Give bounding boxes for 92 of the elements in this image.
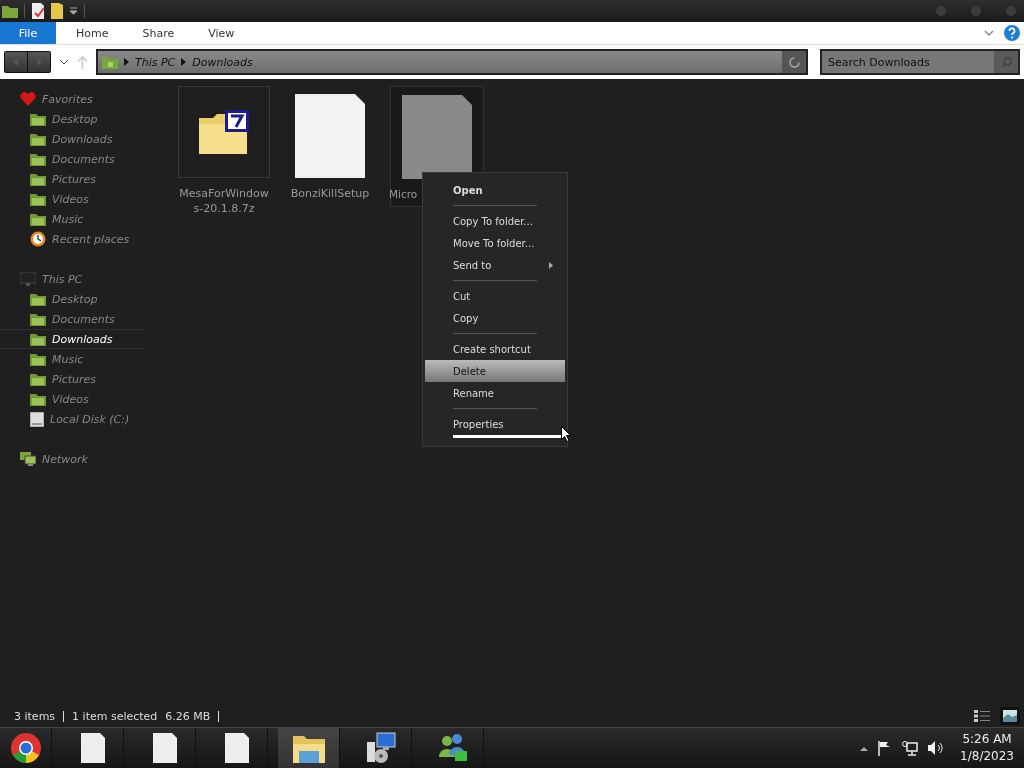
network-icon[interactable] bbox=[902, 740, 919, 756]
monitor-icon bbox=[20, 272, 36, 286]
folder-icon[interactable] bbox=[2, 4, 18, 18]
folder-icon bbox=[30, 392, 46, 406]
ribbon-tab[interactable]: View bbox=[194, 22, 249, 44]
folder-icon bbox=[30, 132, 46, 146]
search-box[interactable]: Search Downloads bbox=[820, 49, 1020, 75]
submenu-arrow-icon bbox=[549, 261, 553, 269]
sidebar-item[interactable]: Downloads bbox=[0, 329, 144, 349]
folder-icon bbox=[30, 332, 46, 346]
dropdown-icon[interactable] bbox=[69, 7, 78, 15]
file-name: Micro bbox=[389, 187, 418, 202]
selection-info: 1 item selected bbox=[72, 709, 158, 723]
folder-icon bbox=[30, 192, 46, 206]
recent-locations-icon[interactable] bbox=[59, 59, 69, 65]
sidebar-header[interactable]: This PC bbox=[0, 269, 160, 289]
sidebar-item[interactable]: Music bbox=[0, 349, 160, 369]
folder-icon bbox=[30, 112, 46, 126]
clock[interactable]: 5:26 AM 1/8/2023 bbox=[960, 731, 1014, 765]
document-icon bbox=[152, 733, 177, 763]
people-icon bbox=[436, 733, 469, 763]
folder-icon bbox=[102, 55, 118, 69]
menu-item[interactable]: Move To folder... bbox=[425, 232, 565, 254]
taskbar-button[interactable] bbox=[278, 728, 340, 768]
drive-icon bbox=[30, 411, 44, 427]
menu-item[interactable]: Create shortcut bbox=[425, 338, 565, 360]
clock-date: 1/8/2023 bbox=[960, 748, 1014, 765]
folder-icon bbox=[292, 733, 325, 763]
clock-icon bbox=[30, 231, 46, 247]
menu-item[interactable]: Copy To folder... bbox=[425, 210, 565, 232]
sidebar-item[interactable]: Music bbox=[0, 209, 160, 229]
sidebar-item[interactable]: Pictures bbox=[0, 169, 160, 189]
document-icon bbox=[295, 94, 365, 178]
chevron-icon[interactable] bbox=[984, 29, 994, 37]
breadcrumb-arrow-icon bbox=[124, 58, 129, 66]
folder-icon bbox=[30, 212, 46, 226]
file-name: BonziKillSetup bbox=[290, 186, 370, 201]
sidebar-item[interactable]: Desktop bbox=[0, 289, 160, 309]
folder-icon bbox=[30, 352, 46, 366]
document-icon bbox=[80, 733, 105, 763]
refresh-button[interactable] bbox=[782, 51, 806, 73]
sidebar-item[interactable]: Desktop bbox=[0, 109, 160, 129]
menu-item[interactable]: Send to bbox=[425, 254, 565, 276]
menu-item[interactable]: Properties bbox=[425, 413, 565, 435]
folder-icon bbox=[30, 152, 46, 166]
menu-item[interactable]: Delete bbox=[425, 360, 565, 382]
item-count: 3 items bbox=[14, 709, 56, 723]
forward-arrow-icon bbox=[35, 58, 43, 66]
address-bar[interactable]: This PC Downloads bbox=[96, 49, 808, 75]
file-tile[interactable]: BonziKillSetup bbox=[284, 86, 376, 205]
document-icon[interactable] bbox=[31, 3, 45, 19]
browser-icon bbox=[9, 732, 42, 764]
sidebar-item[interactable]: Videos bbox=[0, 189, 160, 209]
sidebar-item[interactable]: Documents bbox=[0, 309, 160, 329]
sidebar-header[interactable]: Network bbox=[0, 449, 160, 469]
ribbon-tab[interactable]: Share bbox=[128, 22, 189, 44]
back-arrow-icon bbox=[12, 58, 20, 66]
installer-icon bbox=[364, 732, 397, 764]
document-icon bbox=[224, 733, 249, 763]
document-icon bbox=[402, 95, 472, 179]
sidebar-item[interactable]: Pictures bbox=[0, 369, 160, 389]
show-hidden-icons-icon[interactable] bbox=[860, 745, 869, 751]
folder-icon bbox=[30, 292, 46, 306]
speaker-icon[interactable] bbox=[928, 741, 945, 755]
breadcrumb[interactable]: This PC bbox=[135, 55, 176, 69]
sidebar-item[interactable]: Documents bbox=[0, 149, 160, 169]
sidebar-item[interactable]: Videos bbox=[0, 389, 160, 409]
ribbon-tab[interactable]: File bbox=[0, 22, 56, 44]
menu-item[interactable]: Cut bbox=[425, 285, 565, 307]
help-icon[interactable] bbox=[1004, 25, 1020, 41]
ribbon-tab[interactable]: Home bbox=[62, 22, 123, 44]
refresh-icon bbox=[788, 56, 800, 68]
sidebar-item[interactable]: Recent places bbox=[0, 229, 160, 249]
network-icon bbox=[20, 452, 36, 466]
folder-icon bbox=[30, 312, 46, 326]
sidebar-item[interactable]: Local Disk (C:) bbox=[0, 409, 160, 429]
heart-icon bbox=[20, 92, 36, 106]
folder-icon bbox=[30, 172, 46, 186]
icons-view-button[interactable] bbox=[1000, 707, 1020, 725]
sidebar-item[interactable]: Downloads bbox=[0, 129, 160, 149]
archive-thumbnail-icon bbox=[178, 86, 270, 178]
selection-size: 6.26 MB bbox=[165, 709, 211, 723]
breadcrumb-arrow-icon bbox=[181, 58, 187, 66]
folder-icon bbox=[30, 372, 46, 386]
menu-item[interactable]: Rename bbox=[425, 382, 565, 404]
menu-item[interactable]: Copy bbox=[425, 307, 565, 329]
file-tile[interactable]: MesaForWindow s-20.1.8.7z bbox=[178, 86, 270, 220]
sidebar-header[interactable]: Favorites bbox=[0, 89, 160, 109]
file-name: MesaForWindow s-20.1.8.7z bbox=[179, 186, 269, 216]
clock-time: 5:26 AM bbox=[962, 731, 1012, 748]
breadcrumb[interactable]: Downloads bbox=[192, 55, 253, 69]
details-view-button[interactable] bbox=[972, 707, 992, 725]
